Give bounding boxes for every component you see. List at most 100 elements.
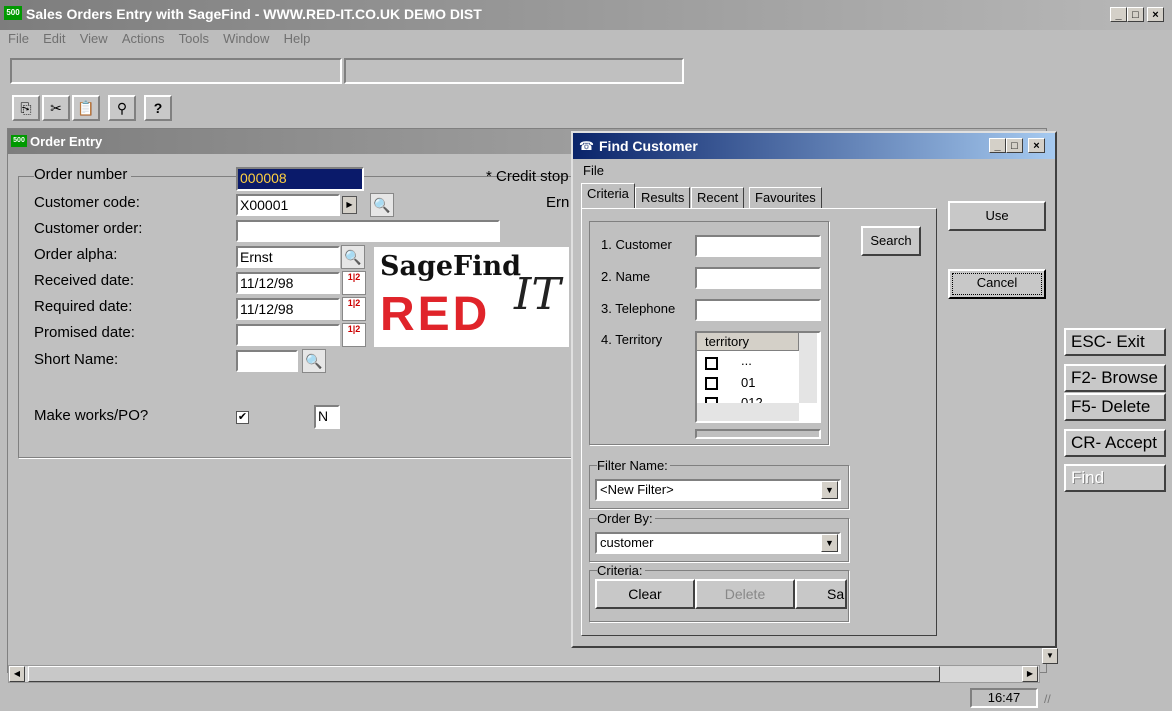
menu-view[interactable]: View [80,31,108,46]
resize-grip-icon[interactable]: // [1044,692,1051,706]
order-by-dropdown-icon[interactable]: ▼ [821,534,838,552]
territory-checkbox[interactable] [705,377,718,390]
cancel-button[interactable]: Cancel [948,269,1046,299]
find-maximize-button[interactable]: □ [1006,138,1023,153]
search-button[interactable]: Search [861,226,921,256]
find-customer-app-icon: ☎ [579,139,594,153]
short-name-field[interactable] [236,350,298,372]
telephone-criteria-field[interactable] [695,299,821,321]
make-works-checkbox[interactable]: ✔ [236,411,249,424]
menu-help[interactable]: Help [284,31,311,46]
territory-hscrollbar[interactable] [697,403,799,421]
scroll-right-icon[interactable]: ▶ [1022,666,1038,682]
menu-window[interactable]: Window [223,31,269,46]
telephone-criteria-label: 3. Telephone [601,301,676,316]
credit-stop-label: * Credit stop [486,168,569,185]
find-close-button[interactable]: × [1028,138,1045,153]
promised-date-field[interactable] [236,324,340,346]
territory-criteria-label: 4. Territory [601,332,663,347]
f5-delete-button[interactable]: F5- Delete [1064,393,1166,421]
required-date-calendar-icon[interactable]: 1|2 [342,297,366,321]
menu-actions[interactable]: Actions [122,31,165,46]
find-customer-dialog: ☎ Find Customer _ □ × File Criteria Resu… [571,131,1057,648]
promised-date-calendar-icon[interactable]: 1|2 [342,323,366,347]
name-criteria-field[interactable] [695,267,821,289]
received-date-field[interactable]: 11/12/98 [236,272,340,294]
make-works-label: Make works/PO? [34,407,149,424]
order-entry-title: Order Entry [30,134,103,149]
f2-browse-button[interactable]: F2- Browse [1064,364,1166,392]
find-menu-file[interactable]: File [583,163,604,178]
use-button[interactable]: Use [948,201,1046,231]
menu-bar: File Edit View Actions Tools Window Help [8,30,320,47]
sagefind-logo-text: SageFind [380,251,521,282]
short-name-label: Short Name: [34,351,119,368]
tab-criteria[interactable]: Criteria [581,183,635,209]
info-panel-right [344,58,684,84]
menu-tools[interactable]: Tools [179,31,209,46]
customer-criteria-field[interactable] [695,235,821,257]
order-alpha-label: Order alpha: [34,246,118,263]
help-icon[interactable]: ? [144,95,172,121]
info-panel-left [10,58,342,84]
scroll-left-icon[interactable]: ◀ [9,666,25,682]
customer-order-field[interactable] [236,220,500,242]
short-name-search-icon[interactable]: 🔍 [302,349,326,373]
customer-criteria-label: 1. Customer [601,237,672,252]
order-by-label: Order By: [597,511,655,526]
order-number-label: Order number [34,166,132,183]
filter-name-dropdown-icon[interactable]: ▼ [821,481,838,499]
customer-code-arrow-icon[interactable]: ▶ [342,196,357,214]
territory-list[interactable]: territory ... 01 012 [695,331,821,423]
customer-code-field[interactable]: X00001 [236,194,340,216]
order-entry-logo-icon: 500 [11,135,27,147]
criteria-group-label: Criteria: [597,563,645,578]
scrollbar-thumb[interactable] [28,666,940,682]
clear-button[interactable]: Clear [595,579,695,609]
cr-accept-button[interactable]: CR- Accept [1064,429,1166,457]
order-alpha-field[interactable]: Ernst [236,246,340,268]
order-number-field[interactable]: 000008 [236,167,364,191]
required-date-field[interactable]: 11/12/98 [236,298,340,320]
maximize-button[interactable]: □ [1127,7,1144,22]
customer-order-label: Customer order: [34,220,143,237]
minimize-button[interactable]: _ [1110,7,1127,22]
binoculars-icon[interactable]: ⚲ [108,95,136,121]
find-minimize-button[interactable]: _ [989,138,1006,153]
delete-button[interactable]: Delete [695,579,795,609]
save-button[interactable]: Sa [795,579,847,609]
customer-search-icon[interactable]: 🔍 [370,193,394,217]
ern-label: Ern [546,194,570,211]
customer-code-label: Customer code: [34,194,140,211]
territory-checkbox[interactable] [705,357,718,370]
scroll-down-icon[interactable]: ▼ [1042,648,1058,664]
app-logo-icon: 500 [4,6,22,20]
cut-icon[interactable]: ✂ [42,95,70,121]
territory-status [695,429,821,439]
order-by-select[interactable]: customer [595,532,841,554]
esc-exit-button[interactable]: ESC- Exit [1064,328,1166,356]
menu-edit[interactable]: Edit [43,31,65,46]
filter-name-select[interactable]: <New Filter> [595,479,841,501]
tab-recent[interactable]: Recent [691,187,745,209]
territory-item[interactable]: 01 [741,375,755,390]
received-date-label: Received date: [34,272,135,289]
it-logo-text: IT [514,269,561,320]
filter-name-label: Filter Name: [597,458,670,473]
received-date-calendar-icon[interactable]: 1|2 [342,271,366,295]
find-button[interactable]: Find [1064,464,1166,492]
order-alpha-search-icon[interactable]: 🔍 [341,245,365,269]
copy-icon[interactable]: ⎘ [12,95,40,121]
make-works-flag-field[interactable]: N [314,405,340,429]
territory-vscrollbar[interactable] [799,333,817,403]
territory-column-header[interactable]: territory [697,333,799,351]
menu-file[interactable]: File [8,31,29,46]
tab-results[interactable]: Results [635,187,691,209]
territory-item[interactable]: ... [741,353,752,368]
find-customer-title: Find Customer [599,138,698,154]
close-button[interactable]: × [1147,7,1164,22]
paste-icon[interactable]: 📋 [72,95,100,121]
name-criteria-label: 2. Name [601,269,651,284]
promised-date-label: Promised date: [34,324,135,341]
tab-favourites[interactable]: Favourites [749,187,822,209]
